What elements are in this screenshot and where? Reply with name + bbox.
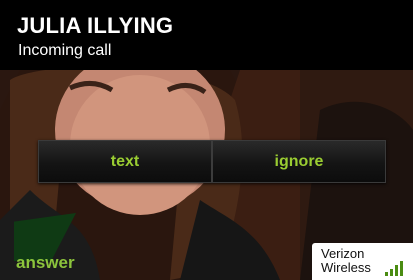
- incoming-call-screen: JULIA ILLYING Incoming call text ignore …: [0, 0, 413, 280]
- carrier-line-1: Verizon: [321, 246, 365, 261]
- call-status: Incoming call: [18, 42, 112, 59]
- call-header: JULIA ILLYING Incoming call: [0, 0, 413, 70]
- signal-bars-icon: [385, 260, 409, 276]
- answer-button[interactable]: answer: [16, 253, 75, 273]
- carrier-badge: Verizon Wireless: [312, 243, 413, 280]
- ignore-button[interactable]: ignore: [211, 141, 385, 182]
- carrier-line-2: Wireless: [321, 260, 371, 275]
- call-action-bar: text ignore: [38, 140, 386, 183]
- caller-name: JULIA ILLYING: [17, 13, 174, 38]
- text-button[interactable]: text: [39, 141, 211, 182]
- answer-control[interactable]: answer: [0, 205, 100, 280]
- carrier-name: Verizon Wireless: [321, 247, 371, 275]
